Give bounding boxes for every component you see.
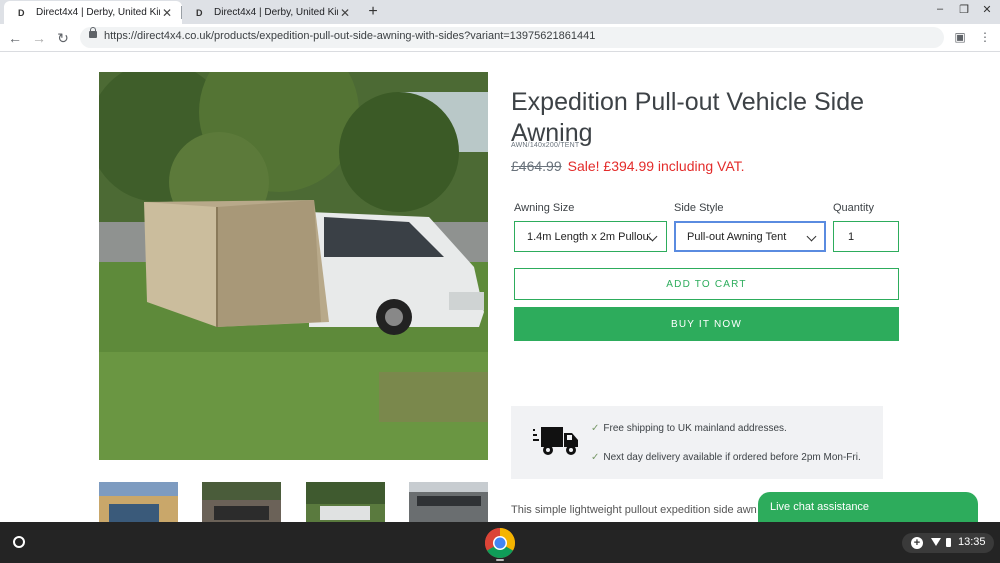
extension-icon[interactable]: ▣: [953, 30, 967, 44]
browser-tab-2[interactable]: D Direct4x4 | Derby, United Kingdom ✕: [182, 1, 360, 24]
clock: 13:35: [958, 536, 986, 548]
side-style-value: Pull-out Awning Tent: [687, 230, 787, 243]
browser-tab-1[interactable]: D Direct4x4 | Derby, United Kingdom ✕: [4, 1, 182, 24]
browser-toolbar: ← → ↻ https://direct4x4.co.uk/products/e…: [0, 24, 1000, 52]
close-tab-icon[interactable]: ✕: [338, 6, 352, 20]
awning-size-value: 1.4m Length x 2m Pullout: [527, 230, 652, 243]
price-row: £464.99 Sale! £394.99 including VAT.: [511, 158, 745, 174]
launcher-icon[interactable]: [10, 533, 28, 551]
chrome-app-icon[interactable]: [484, 527, 516, 559]
product-main-image[interactable]: [99, 72, 488, 460]
add-icon: +: [911, 537, 923, 549]
close-tab-icon[interactable]: ✕: [160, 6, 174, 20]
quantity-label: Quantity: [833, 202, 874, 214]
running-indicator: [496, 559, 504, 561]
original-price: £464.99: [511, 158, 562, 174]
wifi-icon: [931, 538, 941, 546]
chevron-down-icon: [806, 231, 817, 242]
add-to-cart-button[interactable]: ADD TO CART: [514, 268, 899, 300]
new-tab-button[interactable]: +: [364, 2, 382, 22]
quantity-input[interactable]: 1: [833, 221, 899, 252]
side-style-select[interactable]: Pull-out Awning Tent: [674, 221, 826, 252]
check-icon: ✓: [591, 423, 600, 434]
site-favicon: D: [18, 7, 25, 18]
product-thumbnail[interactable]: [409, 482, 488, 522]
sale-price: Sale! £394.99 including VAT.: [567, 158, 745, 174]
product-description: This simple lightweight pullout expediti…: [511, 504, 757, 516]
site-favicon: D: [196, 7, 203, 18]
restore-icon[interactable]: ❐: [956, 3, 972, 16]
reload-icon[interactable]: ↻: [54, 29, 72, 47]
product-title: Expedition Pull-out Vehicle Side Awning: [511, 87, 865, 147]
shipping-line-1: ✓ Free shipping to UK mainland addresses.: [591, 423, 787, 434]
tab-title: Direct4x4 | Derby, United Kingdom: [214, 7, 338, 18]
shipping-info-box: ✓ Free shipping to UK mainland addresses.…: [511, 406, 883, 479]
url-text: https://direct4x4.co.uk/products/expedit…: [104, 30, 596, 42]
product-sku: AWN/140x200/TENT: [511, 142, 580, 149]
minimize-icon[interactable]: –: [932, 3, 948, 15]
address-bar[interactable]: https://direct4x4.co.uk/products/expedit…: [80, 27, 944, 48]
browser-tab-strip: D Direct4x4 | Derby, United Kingdom ✕ D …: [0, 0, 1000, 24]
live-chat-button[interactable]: Live chat assistance: [758, 492, 978, 522]
product-thumbnail[interactable]: [99, 482, 178, 522]
os-taskbar: + 13:35: [0, 522, 1000, 563]
side-style-label: Side Style: [674, 202, 724, 214]
buy-now-button[interactable]: BUY IT NOW: [514, 307, 899, 341]
menu-dots-icon[interactable]: ⋮: [978, 30, 992, 44]
product-thumbnail[interactable]: [306, 482, 385, 522]
system-tray[interactable]: + 13:35: [902, 533, 994, 553]
awning-size-label: Awning Size: [514, 202, 575, 214]
close-window-icon[interactable]: ✕: [979, 3, 995, 16]
lock-icon: [89, 27, 97, 38]
awning-size-select[interactable]: 1.4m Length x 2m Pullout: [514, 221, 667, 252]
battery-icon: [946, 538, 951, 547]
product-thumbnail[interactable]: [202, 482, 281, 522]
shipping-line-2: ✓ Next day delivery available if ordered …: [591, 452, 861, 463]
delivery-truck-icon: [533, 427, 578, 455]
tab-title: Direct4x4 | Derby, United Kingdom: [36, 7, 160, 18]
check-icon: ✓: [591, 452, 600, 463]
back-icon[interactable]: ←: [6, 29, 24, 47]
forward-icon[interactable]: →: [30, 29, 48, 47]
